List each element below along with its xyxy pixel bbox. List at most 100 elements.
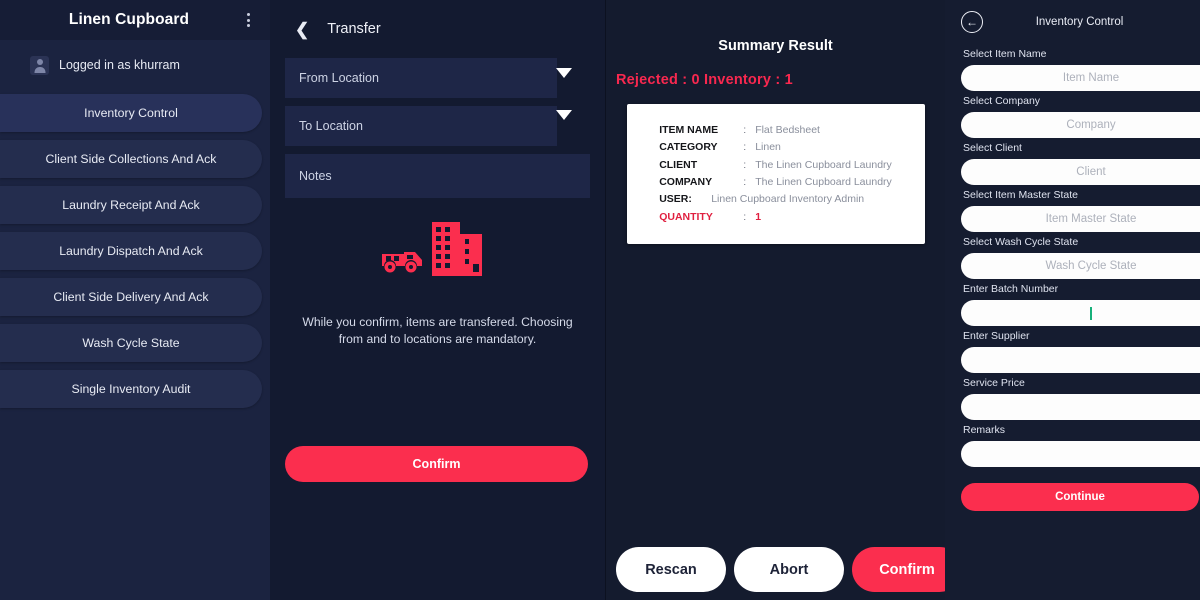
field-label: Select Client [963,142,1022,154]
summary-counts: Rejected : 0 Inventory : 1 [616,72,793,88]
inventory-title: Inventory Control [1035,16,1124,28]
kebab-dot [246,24,250,27]
row-key: QUANTITY [659,210,713,223]
chevron-left-icon[interactable]: ❮ [295,21,309,38]
company-input[interactable]: Company [961,112,1200,138]
row-value: Flat Bedsheet [755,123,820,136]
sidebar-item-label: Client Side Delivery And Ack [53,290,209,304]
sidebar-item-inventory-control[interactable]: Inventory Control [0,94,262,132]
field-label: Service Price [963,377,1025,389]
continue-label: Continue [1055,491,1105,503]
rescan-label: Rescan [645,561,697,578]
app-title: Linen Cupboard [68,11,190,28]
summary-row-client: CLIENT : The Linen Cupboard Laundry [659,157,892,174]
notes-input[interactable]: Notes [285,154,590,198]
batch-number-input[interactable] [961,300,1200,326]
sidebar-item-label: Laundry Receipt And Ack [62,198,200,212]
field-placeholder: Company [1066,119,1116,131]
avatar-icon [30,55,49,75]
field-supplier: Enter Supplier [961,330,1200,373]
sidebar-item-laundry-dispatch-and-ack[interactable]: Laundry Dispatch And Ack [0,232,262,270]
notes-row: Notes [285,154,590,198]
transfer-header: ❮ Transfer [285,0,590,58]
summary-row-quantity: QUANTITY : 1 [659,209,892,226]
truck-and-building-icon [378,220,498,290]
row-value: The Linen Cupboard Laundry [755,176,892,188]
logged-in-user-label: Logged in as khurram [59,58,180,72]
caret-down-icon[interactable] [556,110,572,120]
summary-row-user: USER: Linen Cupboard Inventory Admin [659,191,892,208]
field-placeholder: Item Name [1062,72,1120,84]
item-master-state-input[interactable]: Item Master State [961,206,1200,232]
sidebar-header: Linen Cupboard [0,0,270,40]
sidebar-item-client-side-collections-and-ack[interactable]: Client Side Collections And Ack [0,140,262,178]
transfer-confirm-button[interactable]: Confirm [285,446,588,482]
row-key: COMPANY [659,176,713,188]
summary-actions: Rescan Abort Confirm [616,547,962,592]
transfer-helper-text: While you confirm, items are transfered.… [302,315,573,346]
sidebar-item-label: Laundry Dispatch And Ack [59,244,203,258]
abort-button[interactable]: Abort [734,547,844,592]
field-label: Enter Batch Number [963,283,1059,295]
field-item-master-state: Select Item Master State Item Master Sta… [961,189,1200,232]
row-key: CATEGORY [659,141,718,154]
sidebar-nav: Inventory Control Client Side Collection… [0,90,270,416]
sidebar-item-laundry-receipt-and-ack[interactable]: Laundry Receipt And Ack [0,186,262,224]
from-location-select[interactable]: From Location [285,58,557,98]
logged-in-user-row: Logged in as khurram [0,40,270,90]
row-key: USER: [659,193,692,206]
sidebar-item-wash-cycle-state[interactable]: Wash Cycle State [0,324,262,362]
field-placeholder: Item Master State [1045,213,1137,225]
field-label: Select Company [963,95,1041,107]
field-wash-cycle-state: Select Wash Cycle State Wash Cycle State [961,236,1200,279]
field-client: Select Client Client [961,142,1200,185]
summary-row-category: CATEGORY : Linen [659,139,892,156]
field-placeholder: Wash Cycle State [1045,260,1137,272]
sidebar-item-label: Client Side Collections And Ack [45,152,217,166]
row-sep: : [743,141,747,154]
kebab-menu-icon[interactable] [240,13,256,27]
service-price-input[interactable] [961,394,1200,420]
back-arrow-circle-icon[interactable]: ← [961,11,983,33]
summary-row-item-name: ITEM NAME : Flat Bedsheet [659,122,892,139]
row-key: CLIENT [659,158,698,171]
field-service-price: Service Price [961,377,1200,420]
row-value: 1 [755,210,762,223]
row-value: Linen [755,141,781,154]
sidebar-item-label: Single Inventory Audit [71,382,191,396]
field-label: Remarks [963,424,1006,436]
transfer-panel: ❮ Transfer From Location To Location Not… [270,0,605,600]
caret-down-icon[interactable] [556,68,572,78]
from-location-label: From Location [299,71,379,85]
summary-result-card: ITEM NAME : Flat Bedsheet CATEGORY : Lin… [626,104,925,244]
transfer-confirm-label: Confirm [412,457,461,471]
summary-panel: Summary Result Rejected : 0 Inventory : … [605,0,962,600]
from-location-row: From Location [285,58,590,98]
row-sep: : [743,210,747,223]
row-value: The Linen Cupboard Laundry [755,158,892,171]
kebab-dot [246,13,250,16]
remarks-input[interactable] [961,441,1200,467]
abort-label: Abort [769,561,809,578]
kebab-dot [246,18,250,22]
client-input[interactable]: Client [961,159,1200,185]
continue-button[interactable]: Continue [961,483,1199,511]
sidebar-item-client-side-delivery-and-ack[interactable]: Client Side Delivery And Ack [0,278,262,316]
field-label: Select Item Master State [963,189,1078,201]
row-key: ITEM NAME [659,123,719,136]
sidebar-item-label: Wash Cycle State [82,336,180,350]
app-root: Linen Cupboard Logged in as khurram Inve… [0,0,1200,600]
to-location-select[interactable]: To Location [285,106,557,146]
transfer-title: Transfer [327,21,381,37]
field-remarks: Remarks [961,424,1200,467]
wash-cycle-state-input[interactable]: Wash Cycle State [961,253,1200,279]
sidebar: Linen Cupboard Logged in as khurram Inve… [0,0,270,600]
item-name-input[interactable]: Item Name [961,65,1200,91]
field-item-name: Select Item Name Item Name [961,48,1200,91]
sidebar-item-label: Inventory Control [84,106,178,120]
field-label: Select Wash Cycle State [963,236,1079,248]
supplier-input[interactable] [961,347,1200,373]
rescan-button[interactable]: Rescan [616,547,726,592]
sidebar-item-single-inventory-audit[interactable]: Single Inventory Audit [0,370,262,408]
notes-placeholder: Notes [299,169,332,183]
